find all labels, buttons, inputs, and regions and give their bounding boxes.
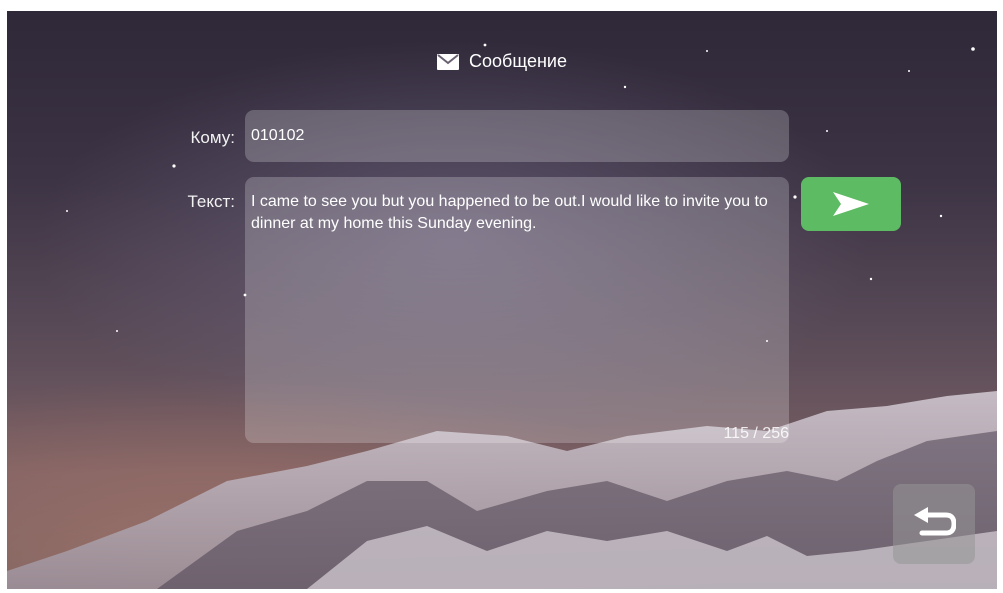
message-label: Текст: bbox=[187, 192, 235, 211]
return-arrow-icon bbox=[914, 507, 956, 536]
send-button[interactable] bbox=[801, 177, 901, 231]
message-field[interactable]: I came to see you but you happened to be… bbox=[245, 177, 789, 443]
back-button[interactable] bbox=[893, 484, 975, 564]
device-screen: Сообщение Кому: 010102 Текст: I came to … bbox=[7, 11, 997, 589]
recipient-value: 010102 bbox=[251, 127, 305, 144]
recipient-field[interactable]: 010102 bbox=[245, 110, 789, 162]
screen-title: Сообщение bbox=[7, 51, 997, 72]
character-counter: 115 / 256 bbox=[723, 425, 789, 442]
envelope-icon bbox=[437, 53, 460, 70]
send-arrow-icon bbox=[833, 192, 869, 216]
message-value: I came to see you but you happened to be… bbox=[251, 193, 768, 232]
title-text: Сообщение bbox=[469, 51, 567, 71]
recipient-label: Кому: bbox=[190, 128, 235, 147]
